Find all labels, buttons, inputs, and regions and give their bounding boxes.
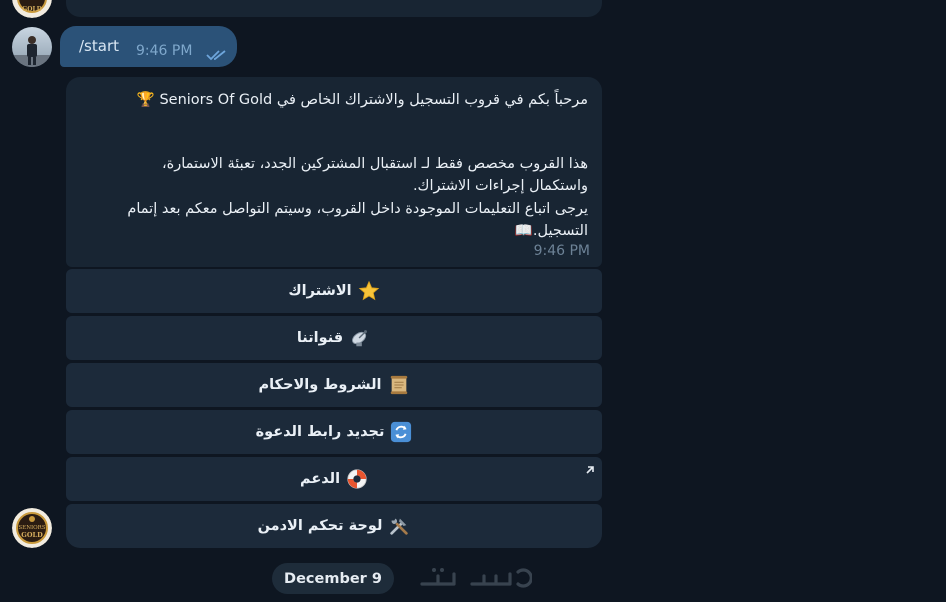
bot-message-line-3: واستكمال إجراءات الاشتراك. bbox=[412, 178, 588, 194]
bot-message-line-2: هذا القروب مخصص فقط لـ استقبال المشتركين… bbox=[161, 156, 588, 172]
user-message-time: 9:46 PM bbox=[136, 43, 193, 59]
bot-avatar-text-bottom: GOLD bbox=[21, 531, 43, 539]
user-message-bubble[interactable]: /start 9:46 PM bbox=[60, 26, 237, 67]
bot-avatar[interactable]: SENIORS GOLD bbox=[12, 508, 52, 548]
subscribe-button-label: الاشتراك bbox=[288, 283, 352, 299]
bot-message-line-5: التسجيل.📖 bbox=[514, 223, 588, 239]
our-channels-button[interactable]: قنواتنا bbox=[66, 316, 602, 360]
admin-panel-button-label: لوحة تحكم الادمن bbox=[257, 518, 383, 534]
external-link-arrow-icon bbox=[584, 461, 596, 474]
read-checkmarks-icon bbox=[206, 46, 228, 65]
scroll-icon bbox=[388, 374, 410, 396]
terms-button-label: الشروط والاحكام bbox=[258, 377, 382, 393]
date-separator: December 9 bbox=[272, 563, 394, 594]
bot-message-line-1: مرحباً بكم في قروب التسجيل والاشتراك الخ… bbox=[136, 92, 588, 108]
admin-panel-button[interactable]: لوحة تحكم الادمن bbox=[66, 504, 602, 548]
renew-invite-link-button-label: تجديد رابط الدعوة bbox=[255, 424, 385, 440]
tools-icon bbox=[388, 515, 410, 537]
previous-message-bubble bbox=[66, 0, 602, 17]
bot-message-bubble[interactable]: مرحباً بكم في قروب التسجيل والاشتراك الخ… bbox=[66, 77, 602, 267]
star-icon bbox=[358, 280, 380, 302]
satellite-dish-icon bbox=[349, 327, 371, 349]
lifebuoy-icon bbox=[346, 468, 368, 490]
refresh-icon bbox=[390, 421, 412, 443]
renew-invite-link-button[interactable]: تجديد رابط الدعوة bbox=[66, 410, 602, 454]
svg-text:GOLD: GOLD bbox=[22, 6, 42, 13]
our-channels-button-label: قنواتنا bbox=[296, 330, 344, 346]
bot-message-line-4: يرجى اتباع التعليمات الموجودة داخل القرو… bbox=[127, 201, 588, 217]
user-avatar[interactable] bbox=[12, 27, 52, 67]
user-message-text: /start bbox=[79, 37, 119, 55]
support-button-label: الدعم bbox=[299, 471, 341, 487]
bot-avatar-top[interactable]: GOLD bbox=[12, 0, 52, 18]
subscribe-button[interactable]: الاشتراك bbox=[66, 269, 602, 313]
support-button[interactable]: الدعم bbox=[66, 457, 602, 501]
bot-message-time: 9:46 PM bbox=[533, 243, 590, 259]
khamsat-watermark-logo bbox=[414, 562, 533, 592]
terms-button[interactable]: الشروط والاحكام bbox=[66, 363, 602, 407]
